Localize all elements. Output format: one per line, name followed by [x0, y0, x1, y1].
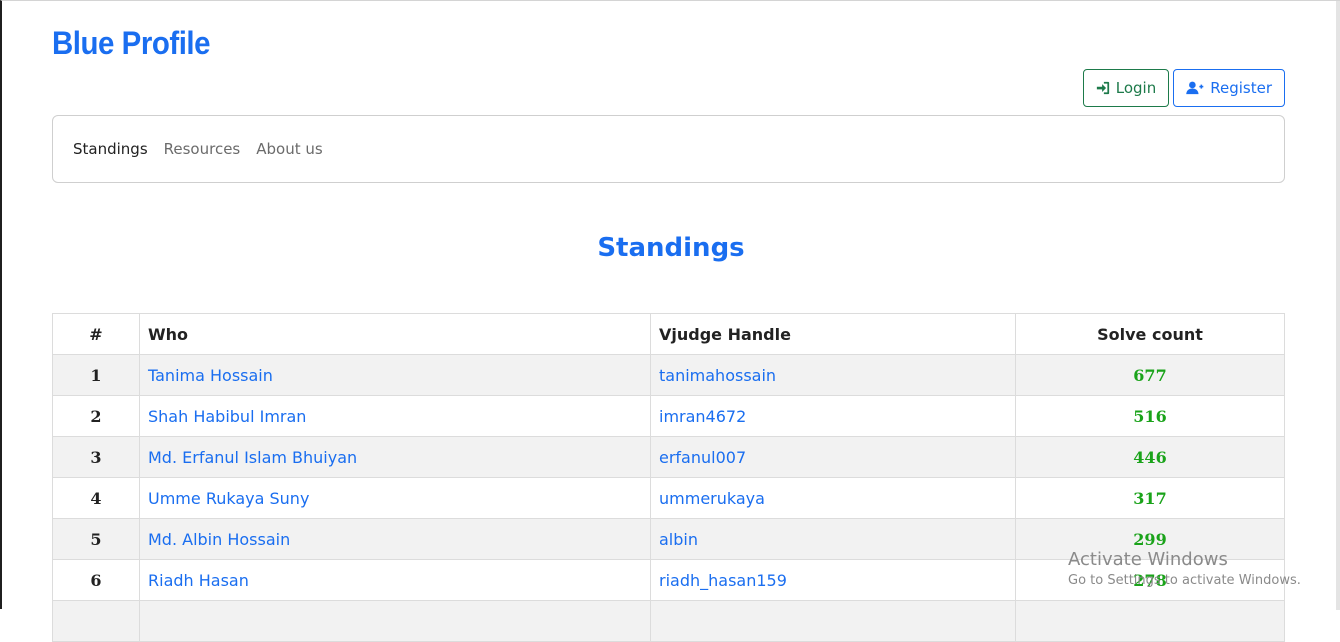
solve-count-cell: 516 — [1015, 395, 1285, 437]
handle-cell: riadh_hasan159 — [650, 559, 1016, 601]
handle-cell: erfanul007 — [650, 436, 1016, 478]
solve-count-cell: 317 — [1015, 477, 1285, 519]
user-name-link[interactable]: Tanima Hossain — [148, 366, 273, 385]
header-who: Who — [139, 313, 651, 355]
who-cell: Riadh Hasan — [139, 559, 651, 601]
table-row — [52, 600, 1285, 642]
header-solve-count: Solve count — [1015, 313, 1285, 355]
sign-in-icon — [1096, 81, 1110, 95]
who-cell — [139, 600, 651, 642]
vjudge-handle-link[interactable]: imran4672 — [659, 407, 746, 426]
brand-logo[interactable]: Blue Profile — [52, 25, 211, 62]
solve-count-cell: 278 — [1015, 559, 1285, 601]
rank-cell — [52, 600, 140, 642]
who-cell: Md. Erfanul Islam Bhuiyan — [139, 436, 651, 478]
table-row: 1 Tanima Hossain tanimahossain 677 — [52, 354, 1285, 396]
who-cell: Tanima Hossain — [139, 354, 651, 396]
table-row: 4 Umme Rukaya Suny ummerukaya 317 — [52, 477, 1285, 519]
handle-cell — [650, 600, 1016, 642]
vjudge-handle-link[interactable]: riadh_hasan159 — [659, 571, 787, 590]
who-cell: Shah Habibul Imran — [139, 395, 651, 437]
standings-table: # Who Vjudge Handle Solve count 1 Tanima… — [52, 313, 1285, 642]
rank-cell: 3 — [52, 436, 140, 478]
user-name-link[interactable]: Md. Erfanul Islam Bhuiyan — [148, 448, 357, 467]
header-handle: Vjudge Handle — [650, 313, 1016, 355]
auth-buttons: Login Register — [1082, 69, 1285, 107]
rank-cell: 4 — [52, 477, 140, 519]
vjudge-handle-link[interactable]: ummerukaya — [659, 489, 765, 508]
nav-standings[interactable]: Standings — [73, 140, 148, 158]
table-row: 6 Riadh Hasan riadh_hasan159 278 — [52, 559, 1285, 601]
table-row: 2 Shah Habibul Imran imran4672 516 — [52, 395, 1285, 437]
nav-about-us[interactable]: About us — [256, 140, 322, 158]
user-plus-icon — [1186, 81, 1204, 95]
vjudge-handle-link[interactable]: tanimahossain — [659, 366, 776, 385]
login-label: Login — [1115, 79, 1157, 97]
vjudge-handle-link[interactable]: erfanul007 — [659, 448, 746, 467]
who-cell: Umme Rukaya Suny — [139, 477, 651, 519]
who-cell: Md. Albin Hossain — [139, 518, 651, 560]
login-button[interactable]: Login — [1082, 69, 1170, 107]
rank-cell: 2 — [52, 395, 140, 437]
header-rank: # — [52, 313, 140, 355]
vjudge-handle-link[interactable]: albin — [659, 530, 698, 549]
user-name-link[interactable]: Shah Habibul Imran — [148, 407, 306, 426]
handle-cell: imran4672 — [650, 395, 1016, 437]
solve-count-cell — [1015, 600, 1285, 642]
solve-count-cell: 299 — [1015, 518, 1285, 560]
handle-cell: tanimahossain — [650, 354, 1016, 396]
solve-count-cell: 446 — [1015, 436, 1285, 478]
nav-resources[interactable]: Resources — [164, 140, 241, 158]
rank-cell: 5 — [52, 518, 140, 560]
user-name-link[interactable]: Umme Rukaya Suny — [148, 489, 309, 508]
main-navbar: Standings Resources About us — [52, 115, 1285, 183]
rank-cell: 6 — [52, 559, 140, 601]
rank-cell: 1 — [52, 354, 140, 396]
register-button[interactable]: Register — [1173, 69, 1285, 107]
user-name-link[interactable]: Riadh Hasan — [148, 571, 249, 590]
page-scrollbar[interactable] — [1336, 1, 1340, 610]
register-label: Register — [1210, 79, 1272, 97]
handle-cell: albin — [650, 518, 1016, 560]
page-title: Standings — [597, 233, 745, 263]
table-row: 5 Md. Albin Hossain albin 299 — [52, 518, 1285, 560]
table-header-row: # Who Vjudge Handle Solve count — [52, 313, 1285, 355]
solve-count-cell: 677 — [1015, 354, 1285, 396]
user-name-link[interactable]: Md. Albin Hossain — [148, 530, 290, 549]
handle-cell: ummerukaya — [650, 477, 1016, 519]
table-row: 3 Md. Erfanul Islam Bhuiyan erfanul007 4… — [52, 436, 1285, 478]
